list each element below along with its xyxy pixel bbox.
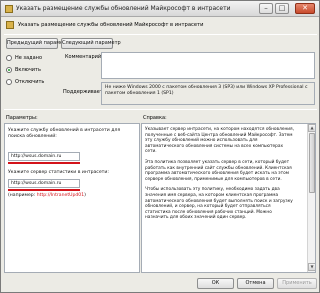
scroll-up-arrow-icon[interactable]: ▲	[308, 124, 315, 132]
stats-server-label: Укажите сервер статистики в интрасети:	[8, 170, 109, 175]
scroll-down-arrow-icon[interactable]: ▼	[308, 263, 315, 271]
minimize-button[interactable]: –	[259, 3, 273, 14]
radio-not-configured-label: Не задано	[15, 55, 42, 61]
help-panel[interactable]: Указывает сервер интрасети, на котором н…	[141, 123, 316, 273]
comment-label: Комментарий:	[65, 54, 103, 60]
scroll-thumb[interactable]	[309, 133, 315, 193]
update-service-label: Укажите службу обновлений в интрасети дл…	[8, 128, 121, 139]
update-service-input[interactable]: http://wsus.domain.ru	[8, 152, 80, 161]
radio-enabled-circle[interactable]	[6, 67, 12, 73]
cancel-button[interactable]: Отмена	[237, 278, 274, 289]
example-suffix: )	[84, 193, 86, 198]
apply-button[interactable]: Применить	[277, 278, 317, 289]
close-button[interactable]: ✕	[295, 3, 315, 14]
policy-header: Указать размещение службы обновлений Май…	[4, 19, 317, 33]
maximize-button[interactable]: □	[275, 3, 289, 14]
ok-button[interactable]: ОК	[197, 278, 234, 289]
radio-enabled[interactable]: Включить	[6, 66, 46, 74]
comment-textarea[interactable]	[101, 52, 315, 79]
radio-not-configured-circle[interactable]	[6, 55, 12, 61]
help-paragraph: Указывает сервер интрасети, на котором н…	[145, 127, 295, 155]
divider	[4, 34, 317, 35]
radio-disabled-circle[interactable]	[6, 79, 12, 85]
help-paragraph: Эта политика позволяет указать сервер в …	[145, 159, 292, 182]
radio-not-configured[interactable]: Не задано	[6, 54, 46, 62]
policy-icon	[5, 5, 13, 13]
window-title: Указать размещение службы обновлений Май…	[16, 5, 231, 12]
help-scrollbar[interactable]: ▲ ▼	[307, 124, 315, 272]
highlight-underline	[8, 162, 80, 164]
policy-header-icon	[6, 21, 14, 29]
example-text: (например: http://IntranetUpd01)	[8, 193, 133, 199]
example-prefix: (например:	[8, 193, 37, 198]
divider	[4, 109, 317, 110]
radio-disabled[interactable]: Отключить	[6, 78, 46, 86]
supported-value: Не ниже Windows 2000 с пакетом обновлени…	[101, 82, 315, 105]
help-paragraph: Чтобы использовать эту политику, необход…	[145, 187, 293, 221]
example-url: http://IntranetUpd01	[36, 193, 85, 198]
options-section-label: Параметры:	[6, 115, 38, 121]
next-setting-button[interactable]: Следующий параметр	[61, 38, 121, 49]
help-section-label: Справка:	[143, 115, 167, 121]
previous-setting-button[interactable]: Предыдущий параметр	[6, 38, 69, 49]
highlight-underline	[8, 189, 80, 191]
policy-header-title: Указать размещение службы обновлений Май…	[18, 22, 204, 28]
title-bar[interactable]: Указать размещение службы обновлений Май…	[1, 1, 319, 17]
radio-disabled-label: Отключить	[15, 79, 45, 85]
radio-enabled-label: Включить	[15, 67, 41, 73]
stats-server-input[interactable]: http://wsus.domain.ru	[8, 179, 80, 188]
help-text: Указывает сервер интрасети, на котором н…	[145, 127, 295, 226]
policy-dialog-window: Указать размещение службы обновлений Май…	[0, 0, 320, 293]
options-panel: Укажите службу обновлений в интрасети дл…	[4, 123, 140, 273]
